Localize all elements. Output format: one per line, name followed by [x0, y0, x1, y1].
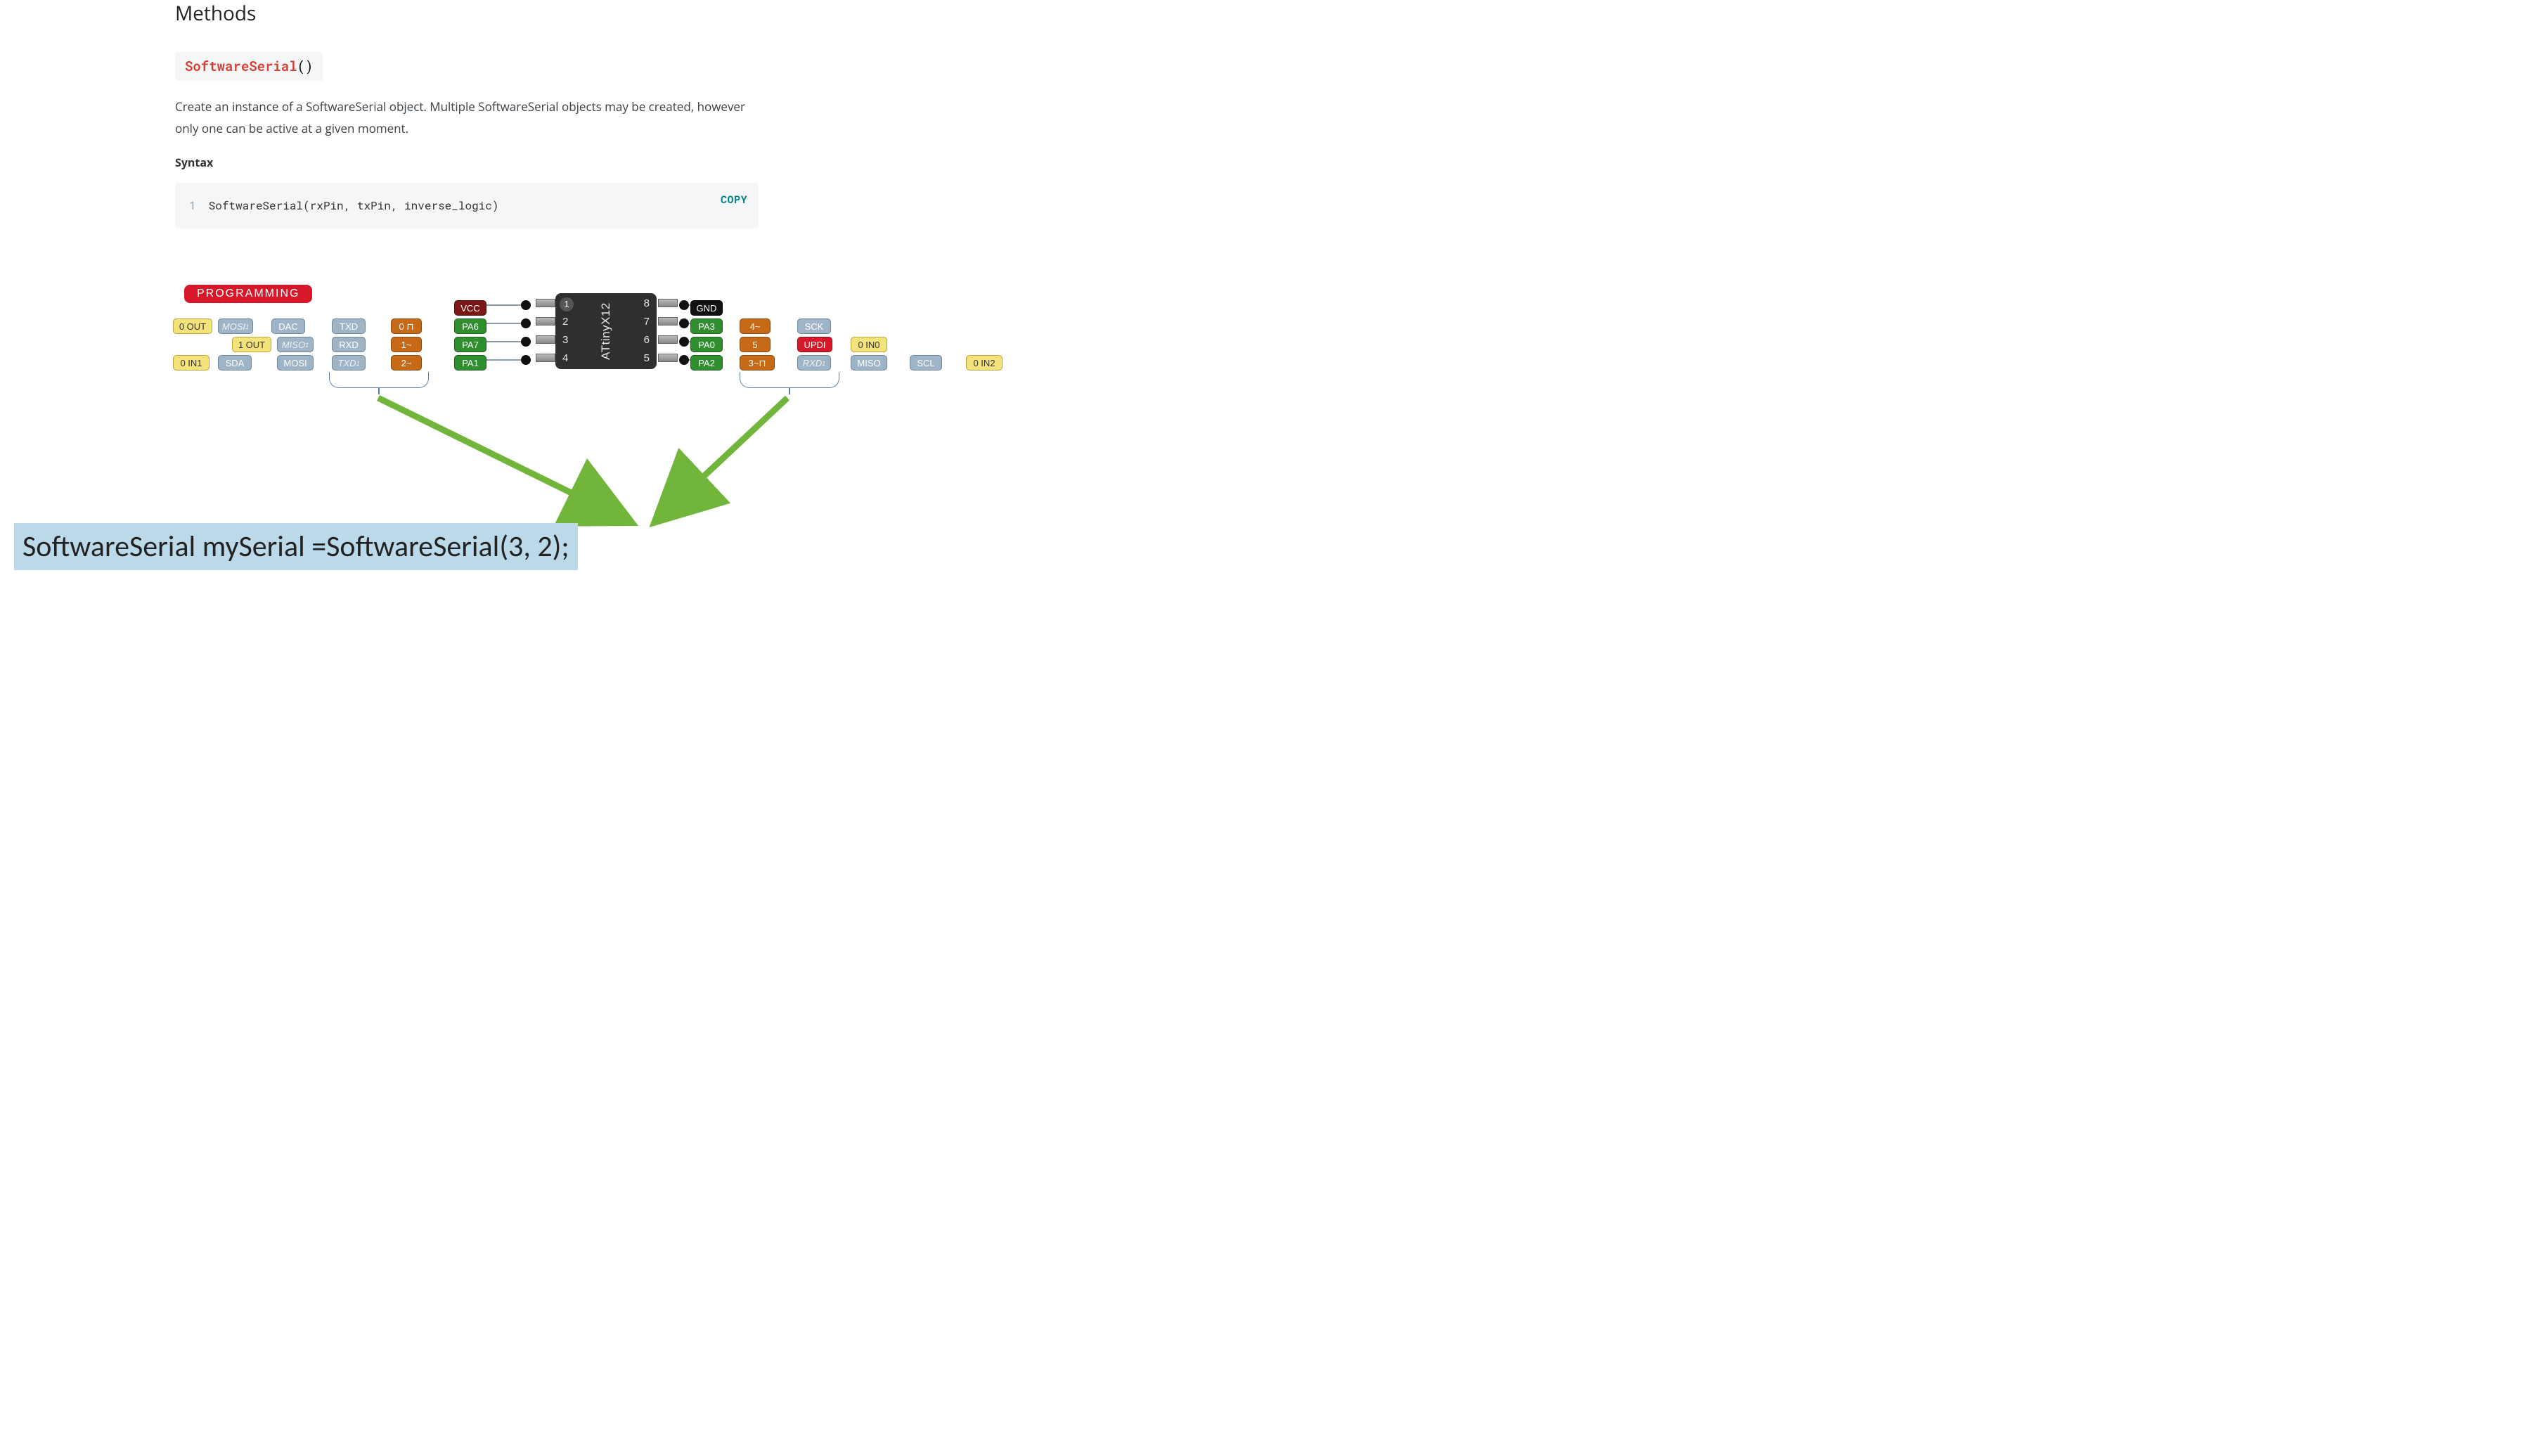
pin-label: 2~ — [391, 355, 422, 371]
syntax-codeblock: COPY 1 SoftwareSerial(rxPin, txPin, inver… — [175, 183, 759, 228]
code-line: SoftwareSerial(rxPin, txPin, inverse_log… — [209, 198, 499, 213]
result-code-line: SoftwareSerial mySerial =SoftwareSerial(… — [14, 523, 578, 570]
methods-heading: Methods — [175, 0, 759, 27]
chip-pin-num: 5 — [644, 352, 650, 364]
pin-label: PA0 — [690, 337, 723, 352]
pin-label: MISO — [851, 355, 887, 371]
pin-label: 1 OUT — [232, 337, 271, 352]
pin-label: 0 IN1 — [173, 355, 210, 371]
chip-pin-num: 4 — [562, 352, 568, 364]
pin-label: MOSI — [277, 355, 314, 371]
pin-label: SCL — [910, 355, 942, 371]
code-line-number: 1 — [189, 198, 196, 213]
chip: 1 ATtinyX12 2 3 4 8 7 6 5 — [555, 293, 657, 369]
pin-label: SCK — [797, 318, 831, 334]
pin-label: 0 OUT — [173, 318, 212, 334]
function-signature: SoftwareSerial() — [175, 52, 323, 81]
pin-label: 3~⊓ — [740, 355, 775, 371]
function-description: Create an instance of a SoftwareSerial o… — [175, 96, 759, 139]
pin-label: DAC — [271, 318, 305, 334]
pin-label: TXD1 — [332, 355, 366, 371]
doc-section: Methods SoftwareSerial() Create an insta… — [175, 0, 759, 228]
function-parens: () — [297, 58, 314, 75]
pin-label: RXD1 — [797, 355, 831, 371]
pin-label: 0 IN0 — [851, 337, 887, 352]
pin1-marker: 1 — [560, 297, 574, 311]
gnd-label: GND — [690, 300, 723, 316]
pin-label: RXD — [332, 337, 366, 352]
pin-label: PA3 — [690, 318, 723, 334]
pin-label: PA2 — [690, 355, 723, 371]
pin-label: 0 IN2 — [966, 355, 1003, 371]
pin-label: 5 — [740, 337, 771, 352]
pin-label: 1~ — [391, 337, 422, 352]
pin-label: TXD — [332, 318, 366, 334]
pin-label: 4~ — [740, 318, 771, 334]
chip-pin-num: 2 — [562, 316, 568, 328]
pin-label: 0 ⊓ — [391, 318, 422, 334]
pin-label: UPDI — [797, 337, 832, 352]
vcc-label: VCC — [454, 300, 486, 316]
function-name: SoftwareSerial — [185, 58, 297, 75]
pinout-diagram: PROGRAMMING VCC GND 1 ATtinyX12 2 3 4 8 … — [173, 285, 1036, 390]
pin-label: PA1 — [454, 355, 486, 371]
chip-pin-num: 8 — [644, 297, 650, 309]
chip-pin-num: 6 — [644, 334, 650, 346]
brace-left — [329, 372, 429, 388]
pin-label: SDA — [218, 355, 252, 371]
pin-label: PA7 — [454, 337, 486, 352]
pin-label: MISO1 — [277, 337, 314, 352]
chip-pin-num: 3 — [562, 334, 568, 346]
chip-pin-num: 7 — [644, 316, 650, 328]
chip-name: ATtinyX12 — [599, 302, 613, 360]
syntax-heading: Syntax — [175, 155, 759, 170]
brace-right — [740, 372, 839, 388]
pin-label: MOSI1 — [218, 318, 253, 334]
copy-button[interactable]: COPY — [721, 193, 747, 207]
pin-label: PA6 — [454, 318, 486, 334]
programming-badge: PROGRAMMING — [184, 285, 312, 303]
